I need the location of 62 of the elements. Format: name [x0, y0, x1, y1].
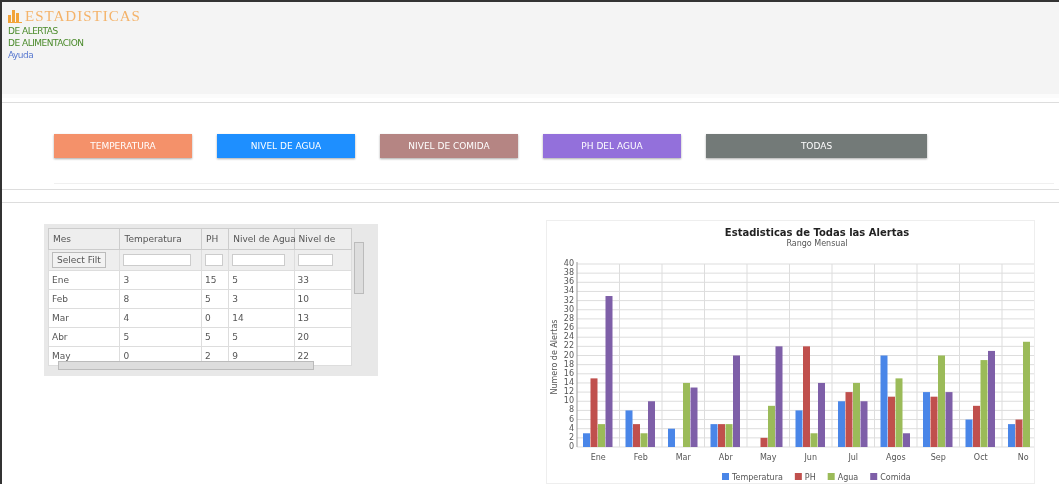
axis-tick-label: Jun [804, 453, 817, 462]
column-header[interactable]: Nivel de [294, 228, 352, 250]
axis-tick-label: 20 [563, 350, 574, 360]
axis-tick-label: May [760, 453, 777, 462]
axis-tick-label: Abr [718, 453, 733, 462]
axis-tick-label: 26 [563, 323, 574, 333]
site-title: ESTADISTICAS [25, 8, 141, 25]
axis-tick-label: Mar [675, 453, 691, 462]
legend-label: Comida [880, 473, 911, 482]
filter-input[interactable] [232, 254, 285, 266]
axis-tick-label: Agos [885, 453, 906, 462]
axis-tick-label: 4 [568, 423, 574, 433]
axis-tick-label: Feb [633, 453, 648, 462]
legend-label: Agua [837, 473, 859, 482]
axis-tick-label: 8 [568, 405, 574, 415]
vertical-scrollbar[interactable] [354, 242, 364, 294]
axis-tick-label: 32 [563, 295, 574, 305]
axis-tick-label: 24 [563, 332, 574, 342]
help-link[interactable]: Ayuda [8, 49, 1059, 61]
column-header[interactable]: PH [201, 228, 229, 250]
filter-input[interactable] [297, 254, 334, 266]
axis-tick-label: Oct [973, 453, 988, 462]
axis-tick-label: 28 [563, 313, 574, 323]
filter-button[interactable]: TODAS [706, 134, 927, 158]
axis-tick-label: 40 [563, 259, 574, 268]
axis-tick-label: No [1017, 453, 1029, 462]
filter-button[interactable]: TEMPERATURA [54, 134, 192, 158]
filter-select-button[interactable]: Select Filt [52, 252, 106, 268]
axis-tick-label: 18 [563, 359, 574, 369]
filter-button[interactable]: NIVEL DE AGUA [217, 134, 355, 158]
bar [668, 428, 675, 447]
chart-title: Estadisticas de Todas las Alertas [724, 227, 910, 238]
filter-input[interactable] [123, 254, 191, 266]
axis-tick-label: Jul [848, 453, 859, 462]
nav-link[interactable]: DE ALERTAS [8, 25, 1059, 37]
axis-tick-label: 34 [563, 286, 574, 296]
chart-subtitle: Rango Mensual [786, 239, 848, 248]
axis-tick-label: 38 [563, 268, 574, 278]
y-axis-label: Numero de Alertas [550, 319, 559, 395]
legend-label: Temperatura [732, 473, 783, 482]
column-header[interactable]: Nivel de Agua [228, 228, 295, 250]
axis-tick-label: 16 [563, 368, 574, 378]
filter-button[interactable]: PH DEL AGUA [543, 134, 681, 158]
column-header[interactable]: Mes [48, 228, 120, 250]
filter-input[interactable] [205, 254, 224, 266]
bar-chart-icon [8, 10, 22, 23]
axis-tick-label: 10 [563, 396, 574, 406]
column-header[interactable]: Temperatura [119, 228, 202, 250]
horizontal-scrollbar[interactable] [58, 361, 314, 370]
axis-tick-label: 6 [568, 414, 574, 424]
axis-tick-label: 30 [563, 304, 574, 314]
axis-tick-label: 12 [563, 387, 574, 397]
axis-tick-label: Ene [590, 453, 606, 462]
axis-tick-label: 14 [563, 377, 574, 387]
axis-tick-label: 22 [563, 341, 574, 351]
axis-tick-label: 36 [563, 277, 574, 287]
filter-button[interactable]: NIVEL DE COMIDA [380, 134, 518, 158]
legend-label: PH [804, 473, 816, 482]
axis-tick-label: Sep [930, 453, 946, 462]
axis-tick-label: 2 [568, 432, 574, 442]
nav-link[interactable]: DE ALIMENTACION [8, 37, 1059, 49]
axis-tick-label: 0 [568, 442, 574, 451]
